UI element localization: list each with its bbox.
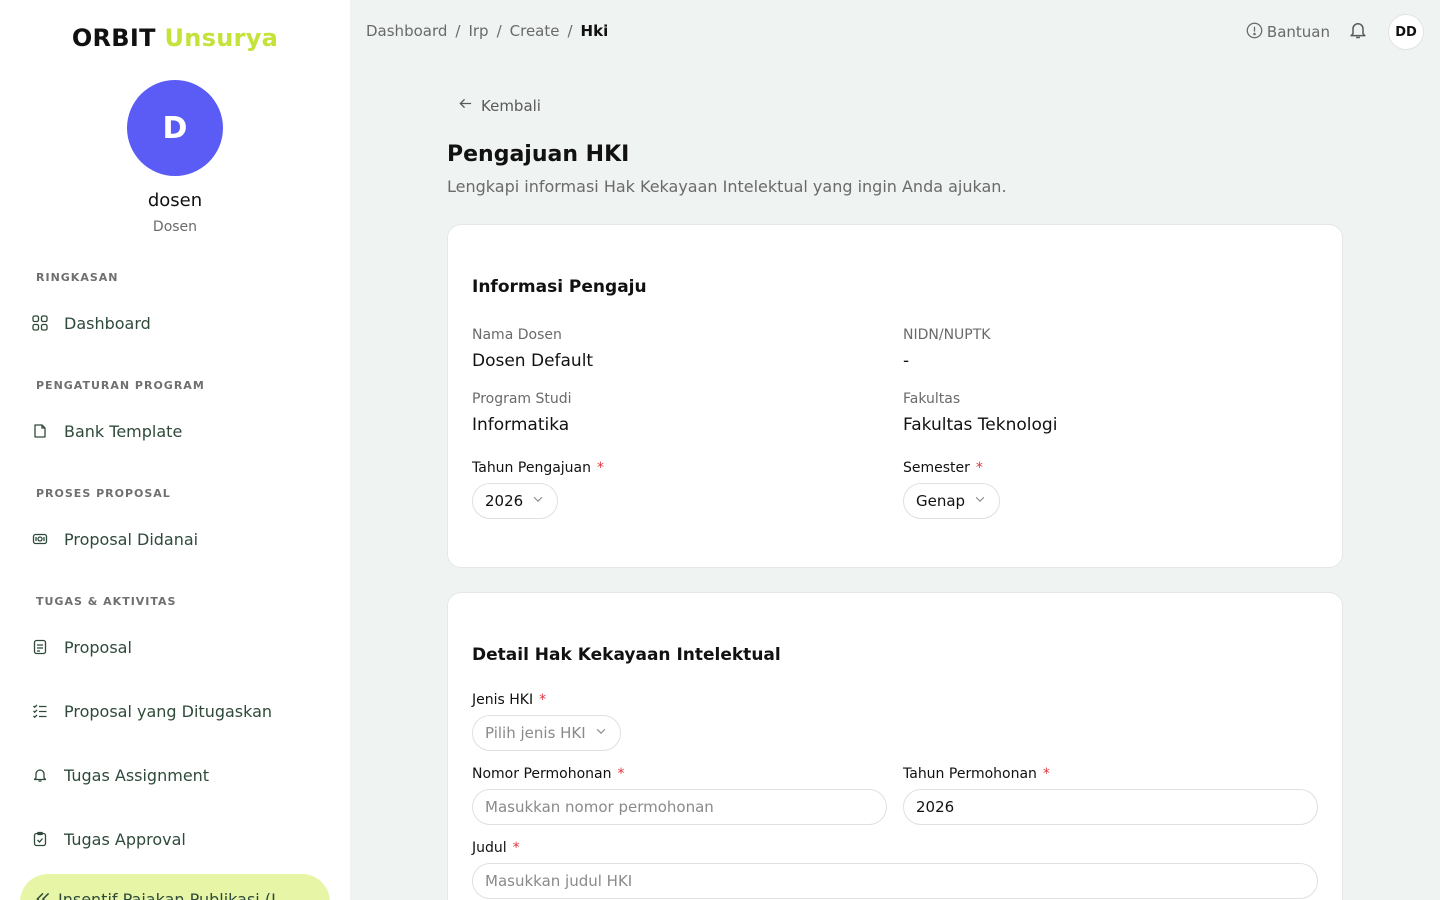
document-icon (28, 635, 52, 659)
tahun-permohonan-label-text: Tahun Permohonan (903, 766, 1037, 782)
user-name: dosen (147, 190, 203, 211)
semester-select[interactable]: Genap (903, 483, 1001, 519)
judul-label: Judul * (472, 840, 520, 856)
nidn-label: NIDN/NUPTK (903, 327, 991, 343)
nidn-value: - (903, 351, 910, 371)
jenis-hki-placeholder: Pilih jenis HKI (485, 724, 586, 742)
chevron-down-icon (531, 492, 545, 510)
tahun-pengajuan-select[interactable]: 2026 (472, 483, 559, 519)
sidebar-item-label: Tugas Assignment (64, 765, 210, 785)
tahun-pengajuan-label-text: Tahun Pengajuan (472, 460, 591, 476)
nama-dosen-value: Dosen Default (472, 351, 594, 371)
help-label: Bantuan (1266, 23, 1330, 41)
money-icon (28, 527, 52, 551)
required-mark: * (1042, 766, 1050, 782)
file-icon (28, 419, 52, 443)
notification-bell-icon[interactable] (1348, 20, 1368, 44)
nomor-permohonan-label: Nomor Permohonan * (472, 766, 624, 782)
card-title: Detail Hak Kekayaan Intelektual (472, 645, 781, 665)
sidebar-item-insentif[interactable]: Insentif Pajakan Publikasi (I (20, 874, 330, 900)
topbar-actions: Bantuan DD (1246, 14, 1424, 50)
arrow-left-icon (458, 96, 481, 115)
sidebar-item-tugas-assignment[interactable]: Tugas Assignment (28, 757, 328, 793)
jenis-hki-label-text: Jenis HKI (472, 692, 534, 708)
brand-logo: ORBIT Unsurya (0, 24, 350, 52)
required-mark: * (975, 460, 983, 476)
sidebar-item-proposal-ditugaskan[interactable]: Proposal yang Ditugaskan (28, 693, 328, 729)
breadcrumb: Dashboard / Irp / Create / Hki (366, 22, 608, 40)
chevron-down-icon (973, 492, 987, 510)
tahun-pengajuan-value: 2026 (485, 492, 524, 510)
sidebar-item-proposal[interactable]: Proposal (28, 629, 328, 665)
chevron-down-icon (594, 724, 608, 742)
sidebar-item-label: Proposal (64, 637, 132, 657)
checklist-icon (28, 699, 52, 723)
avatar: D (127, 80, 223, 176)
jenis-hki-label: Jenis HKI * (472, 692, 546, 708)
nama-dosen-label: Nama Dosen (472, 327, 562, 343)
fakultas-label: Fakultas (903, 391, 961, 407)
sidebar-item-label: Bank Template (64, 421, 183, 441)
prodi-value: Informatika (472, 415, 570, 435)
tahun-permohonan-input[interactable] (903, 789, 1318, 825)
sidebar-item-tugas-approval[interactable]: Tugas Approval (28, 821, 328, 857)
card-detail-hki: Detail Hak Kekayaan Intelektual Jenis HK… (447, 592, 1343, 900)
info-icon (1246, 22, 1267, 43)
help-button[interactable]: Bantuan (1246, 22, 1330, 43)
sidebar-item-label: Proposal Didanai (64, 529, 199, 549)
sidebar-item-bank-template[interactable]: Bank Template (28, 413, 328, 449)
card-informasi-pengaju: Informasi Pengaju Nama Dosen Dosen Defau… (447, 224, 1343, 568)
back-link[interactable]: Kembali (458, 96, 541, 115)
prodi-label: Program Studi (472, 391, 572, 407)
breadcrumb-irp[interactable]: Irp (468, 22, 488, 40)
nomor-permohonan-label-text: Nomor Permohonan (472, 766, 612, 782)
section-proses: PROSES PROPOSAL (36, 487, 171, 500)
brand-part2: Unsurya (164, 24, 279, 52)
fakultas-value: Fakultas Teknologi (903, 415, 1058, 435)
double-chevron-left-icon (34, 890, 52, 900)
user-role: Dosen (152, 219, 198, 235)
breadcrumb-separator: / (455, 22, 461, 40)
card-title: Informasi Pengaju (472, 277, 647, 297)
sidebar-item-label: Proposal yang Ditugaskan (64, 701, 273, 721)
breadcrumb-current: Hki (580, 22, 609, 40)
sidebar-item-proposal-didanai[interactable]: Proposal Didanai (28, 521, 328, 557)
semester-value: Genap (916, 492, 966, 510)
nomor-permohonan-input[interactable] (472, 789, 887, 825)
tahun-permohonan-label: Tahun Permohonan * (903, 766, 1050, 782)
semester-label-text: Semester (903, 460, 970, 476)
breadcrumb-separator: / (496, 22, 502, 40)
sidebar-item-dashboard[interactable]: Dashboard (28, 305, 328, 341)
judul-input[interactable] (472, 863, 1318, 899)
required-mark: * (617, 766, 625, 782)
sidebar-item-label: Tugas Approval (64, 829, 186, 849)
clipboard-check-icon (28, 827, 52, 851)
required-mark: * (597, 460, 604, 476)
breadcrumb-dashboard[interactable]: Dashboard (366, 22, 447, 40)
section-tugas: TUGAS & AKTIVITAS (36, 595, 177, 608)
page-title: Pengajuan HKI (447, 142, 630, 167)
required-mark: * (539, 692, 547, 708)
tahun-pengajuan-label: Tahun Pengajuan * (472, 460, 604, 476)
bell-icon (28, 763, 52, 787)
sidebar-item-label: Insentif Pajakan Publikasi (I (58, 890, 276, 900)
section-pengaturan: PENGATURAN PROGRAM (36, 379, 205, 392)
required-mark: * (512, 840, 520, 856)
brand-part1: ORBIT (71, 24, 156, 52)
jenis-hki-select[interactable]: Pilih jenis HKI (472, 715, 621, 751)
user-avatar-button[interactable]: DD (1388, 14, 1424, 50)
sidebar-item-label: Dashboard (64, 313, 151, 333)
sidebar: ORBIT Unsurya D dosen Dosen RINGKASAN Da… (0, 0, 350, 900)
judul-label-text: Judul (472, 840, 507, 856)
section-ringkasan: RINGKASAN (36, 271, 119, 284)
breadcrumb-create[interactable]: Create (510, 22, 560, 40)
semester-label: Semester * (903, 460, 983, 476)
page-subtitle: Lengkapi informasi Hak Kekayaan Intelekt… (447, 177, 1007, 196)
grid-icon (28, 311, 52, 335)
back-label: Kembali (481, 96, 541, 115)
breadcrumb-separator: / (567, 22, 573, 40)
